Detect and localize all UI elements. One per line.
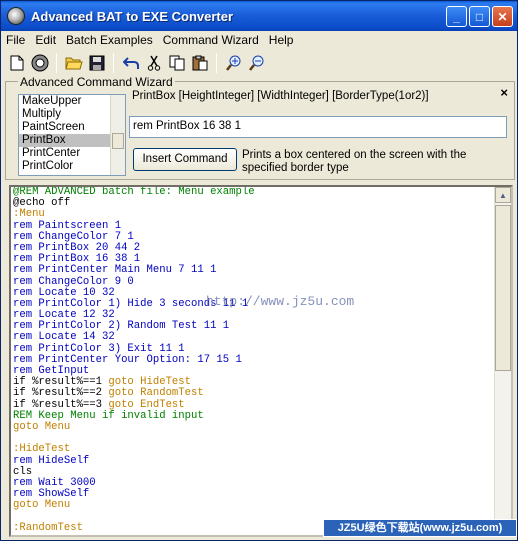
code-text: rem Locate 14 32 <box>13 331 115 344</box>
window-title: Advanced BAT to EXE Converter <box>31 8 234 24</box>
wizard-title: Advanced Command Wizard <box>18 75 175 89</box>
code-text: rem Locate 10 32 <box>13 286 115 299</box>
code-text: if %result%==1 <box>13 376 109 389</box>
command-list[interactable]: MakeUpper Multiply PaintScreen PrintBox … <box>18 94 126 176</box>
scroll-up-icon[interactable]: ▲ <box>495 187 511 203</box>
menu-batch-examples[interactable]: Batch Examples <box>61 33 158 47</box>
menu-command-wizard[interactable]: Command Wizard <box>158 33 264 47</box>
toolbar-separator <box>56 53 57 73</box>
code-text: rem HideSelf <box>13 454 90 467</box>
code-text: :RandomTest <box>13 521 83 534</box>
code-text: rem PrintColor 2) Random Test 11 1 <box>13 320 230 333</box>
code-text: rem PrintColor 3) Exit 11 1 <box>13 342 185 355</box>
code-line: goto Menu <box>11 420 511 433</box>
code-text: rem GetInput <box>13 365 90 377</box>
code-text: rem ChangeColor 7 1 <box>13 230 134 243</box>
save-icon[interactable] <box>85 52 108 75</box>
toolbar-separator <box>216 53 217 73</box>
cut-icon[interactable] <box>142 52 165 75</box>
wizard-close-icon[interactable]: × <box>500 85 508 100</box>
code-line: REM Keep Menu if invalid input <box>11 409 511 422</box>
list-scrollbar[interactable] <box>110 95 125 175</box>
minimize-button[interactable]: _ <box>446 6 467 27</box>
toolbar <box>5 50 268 76</box>
code-text: if %result%==2 <box>13 387 109 400</box>
maximize-button[interactable]: □ <box>469 6 490 27</box>
code-text: rem Locate 12 32 <box>13 309 115 322</box>
site-badge: JZ5U绿色下载站(www.jz5u.com) <box>323 519 517 537</box>
code-text: rem PrintCenter Main Menu 7 11 1 <box>13 264 217 277</box>
code-text: if %result%==3 <box>13 398 109 411</box>
menu-file[interactable]: File <box>1 33 30 47</box>
code-text: REM Keep Menu if invalid input <box>13 409 204 422</box>
code-line: rem ShowSelf <box>11 488 511 501</box>
main-window: Advanced BAT to EXE Converter _ □ ✕ File… <box>0 0 518 541</box>
editor-scrollbar[interactable]: ▲ ▼ <box>494 187 511 535</box>
code-text: rem PrintBox 16 38 1 <box>13 253 141 266</box>
watermark-text: http://www.jz5u.com <box>206 294 355 309</box>
code-line: @REM ADVANCED batch file: Menu example <box>11 187 511 198</box>
compile-icon[interactable] <box>28 52 51 75</box>
code-goto: goto RandomTest <box>108 387 204 400</box>
menu-edit[interactable]: Edit <box>30 33 61 47</box>
code-text: rem ShowSelf <box>13 488 90 501</box>
list-scroll-thumb[interactable] <box>112 133 124 149</box>
code-lines: @REM ADVANCED batch file: Menu example @e… <box>11 187 511 534</box>
code-text: rem ChangeColor 9 0 <box>13 275 134 288</box>
app-icon <box>7 7 25 25</box>
code-text: rem PrintCenter Your Option: 17 15 1 <box>13 353 242 366</box>
new-file-icon[interactable] <box>5 52 28 75</box>
code-goto: goto HideTest <box>108 376 192 389</box>
undo-icon[interactable] <box>119 52 142 75</box>
code-text: goto Menu <box>13 420 71 433</box>
insert-command-button[interactable]: Insert Command <box>133 148 237 171</box>
command-input[interactable]: rem PrintBox 16 38 1 <box>129 116 507 138</box>
menu-bar: File Edit Batch Examples Command Wizard … <box>1 31 517 49</box>
menu-help[interactable]: Help <box>264 33 299 47</box>
code-text: cls <box>13 465 33 478</box>
zoom-out-icon[interactable] <box>245 52 268 75</box>
code-text: :Menu <box>13 208 45 221</box>
copy-icon[interactable] <box>165 52 188 75</box>
code-text: rem PrintBox 20 44 2 <box>13 241 141 254</box>
code-text: rem Wait 3000 <box>13 476 96 489</box>
code-text: @REM ADVANCED batch file: Menu example <box>13 186 255 198</box>
toolbar-separator <box>113 53 114 73</box>
title-bar[interactable]: Advanced BAT to EXE Converter _ □ ✕ <box>1 1 517 31</box>
code-goto: goto EndTest <box>108 398 185 411</box>
close-button[interactable]: ✕ <box>492 6 513 27</box>
code-line: rem HideSelf <box>11 454 511 467</box>
editor-scroll-thumb[interactable] <box>495 205 511 371</box>
code-text: :HideTest <box>13 443 71 456</box>
paste-icon[interactable] <box>188 52 211 75</box>
command-wizard-panel: Advanced Command Wizard × MakeUpper Mult… <box>5 75 515 180</box>
zoom-in-icon[interactable] <box>222 52 245 75</box>
command-syntax: PrintBox [HeightInteger] [WidthInteger] … <box>132 90 429 102</box>
code-editor[interactable]: @REM ADVANCED batch file: Menu example @e… <box>9 185 513 537</box>
open-folder-icon[interactable] <box>62 52 85 75</box>
code-text: goto Menu <box>13 499 71 512</box>
code-line: @echo off <box>11 198 511 209</box>
command-description: Prints a box centered on the screen with… <box>242 149 467 174</box>
code-text: rem Paintscreen 1 <box>13 219 122 232</box>
code-line: goto Menu <box>11 500 511 511</box>
code-text: @echo off <box>13 197 71 210</box>
